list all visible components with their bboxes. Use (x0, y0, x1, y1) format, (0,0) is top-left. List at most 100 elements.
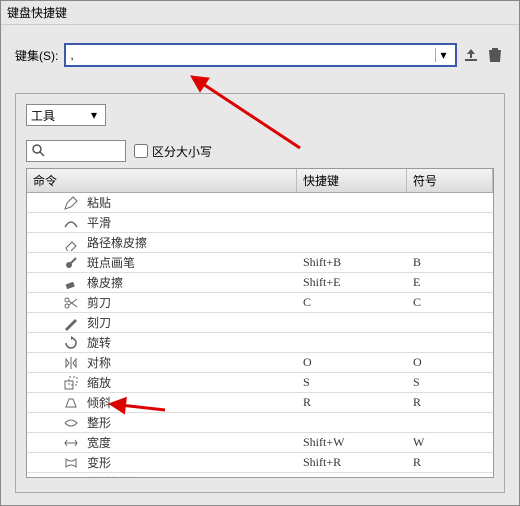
command-name: 变形 (87, 454, 111, 471)
table-row[interactable]: 整形 (27, 413, 493, 433)
table-header: 命令 快捷键 符号 (27, 169, 493, 193)
knife-icon (61, 315, 81, 331)
case-checkbox-label[interactable]: 区分大小写 (134, 143, 212, 160)
table-row[interactable]: 缩放 SS (27, 373, 493, 393)
table-row[interactable]: 对称 OO (27, 353, 493, 373)
width-icon (61, 435, 81, 451)
cell-shortcut: Shift+E (297, 275, 407, 290)
twirl-icon (61, 475, 81, 479)
table-row[interactable]: 路径橡皮擦 (27, 233, 493, 253)
shortcuts-table: 命令 快捷键 符号 粘贴平滑路径橡皮擦斑点画笔 Shift+BB 橡皮擦 Shift+… (26, 168, 494, 478)
search-box[interactable] (26, 140, 126, 162)
cell-command: 倾斜 (27, 394, 297, 411)
search-icon (31, 143, 45, 160)
warp-icon (61, 455, 81, 471)
pencil-icon (61, 195, 81, 211)
cell-shortcut: Shift+R (297, 455, 407, 470)
table-row[interactable]: 倾斜 RR (27, 393, 493, 413)
cell-command: 对称 (27, 354, 297, 371)
command-name: 缩放 (87, 374, 111, 391)
delete-set-icon[interactable] (485, 45, 505, 65)
tools-value: 工具 (31, 107, 87, 124)
table-row[interactable]: 宽度 Shift+WW (27, 433, 493, 453)
cell-shortcut: S (297, 375, 407, 390)
rotate-icon (61, 335, 81, 351)
cell-shortcut: C (297, 295, 407, 310)
command-name: 旋转 (87, 334, 111, 351)
cell-command: 剪刀 (27, 294, 297, 311)
cell-symbol: W (407, 435, 493, 450)
cell-symbol: R (407, 455, 493, 470)
cell-command: 路径橡皮擦 (27, 234, 297, 251)
table-body: 粘贴平滑路径橡皮擦斑点画笔 Shift+BB 橡皮擦 Shift+EE 剪刀 CC 刻刀旋转… (27, 193, 493, 478)
cell-command: 旋转 (27, 334, 297, 351)
cell-symbol: R (407, 395, 493, 410)
cell-command: 变形 (27, 454, 297, 471)
cell-command: 斑点画笔 (27, 254, 297, 271)
cell-symbol: C (407, 295, 493, 310)
cell-shortcut: O (297, 355, 407, 370)
cell-command: 粘贴 (27, 194, 297, 211)
chevron-down-icon[interactable]: ▾ (435, 48, 451, 62)
table-row[interactable]: 旋转 (27, 333, 493, 353)
table-row[interactable]: 变形 Shift+RR (27, 453, 493, 473)
command-name: 剪刀 (87, 294, 111, 311)
keyset-value: , (70, 48, 435, 62)
scale-icon (61, 375, 81, 391)
cell-shortcut: R (297, 395, 407, 410)
case-label-text: 区分大小写 (152, 143, 212, 160)
window: 键盘快捷键 键集(S): , ▾ 工具 ▾ (0, 0, 520, 506)
save-set-icon[interactable] (461, 45, 481, 65)
cell-symbol: B (407, 255, 493, 270)
group-box: 工具 ▾ 区分大小写 命令 快捷键 符号 (15, 93, 505, 493)
command-name: 路径橡皮擦 (87, 234, 147, 251)
cell-command: 旋转扭曲 (27, 474, 297, 478)
table-row[interactable]: 橡皮擦 Shift+EE (27, 273, 493, 293)
table-row[interactable]: 旋转扭曲 (27, 473, 493, 478)
search-row: 区分大小写 (26, 140, 494, 162)
cell-symbol: S (407, 375, 493, 390)
table-row[interactable]: 刻刀 (27, 313, 493, 333)
command-name: 整形 (87, 414, 111, 431)
reflect-icon (61, 355, 81, 371)
search-input[interactable] (45, 144, 121, 158)
command-name: 倾斜 (87, 394, 111, 411)
tools-dropdown[interactable]: 工具 ▾ (26, 104, 106, 126)
cell-command: 平滑 (27, 214, 297, 231)
command-name: 平滑 (87, 214, 111, 231)
header-symbol[interactable]: 符号 (407, 169, 493, 192)
table-row[interactable]: 平滑 (27, 213, 493, 233)
command-name: 宽度 (87, 434, 111, 451)
blob-brush-icon (61, 255, 81, 271)
table-row[interactable]: 斑点画笔 Shift+BB (27, 253, 493, 273)
cell-command: 整形 (27, 414, 297, 431)
chevron-down-icon[interactable]: ▾ (87, 108, 101, 122)
keyset-row: 键集(S): , ▾ (15, 43, 505, 67)
shear-icon (61, 395, 81, 411)
keyset-dropdown[interactable]: , ▾ (64, 43, 457, 67)
case-checkbox[interactable] (134, 144, 148, 158)
keyset-label: 键集(S): (15, 47, 58, 64)
content: 键集(S): , ▾ 工具 ▾ (1, 25, 519, 493)
cell-symbol: O (407, 355, 493, 370)
cell-symbol: E (407, 275, 493, 290)
command-name: 对称 (87, 354, 111, 371)
cell-command: 缩放 (27, 374, 297, 391)
window-title: 键盘快捷键 (1, 1, 519, 25)
command-name: 旋转扭曲 (87, 474, 135, 478)
table-row[interactable]: 粘贴 (27, 193, 493, 213)
header-shortcut[interactable]: 快捷键 (297, 169, 407, 192)
cell-command: 橡皮擦 (27, 274, 297, 291)
table-row[interactable]: 剪刀 CC (27, 293, 493, 313)
scissors-icon (61, 295, 81, 311)
header-command[interactable]: 命令 (27, 169, 297, 192)
cell-shortcut: Shift+B (297, 255, 407, 270)
cell-shortcut: Shift+W (297, 435, 407, 450)
reshape-icon (61, 415, 81, 431)
cell-command: 宽度 (27, 434, 297, 451)
command-name: 粘贴 (87, 194, 111, 211)
command-name: 橡皮擦 (87, 274, 123, 291)
cell-command: 刻刀 (27, 314, 297, 331)
command-name: 斑点画笔 (87, 254, 135, 271)
command-name: 刻刀 (87, 314, 111, 331)
